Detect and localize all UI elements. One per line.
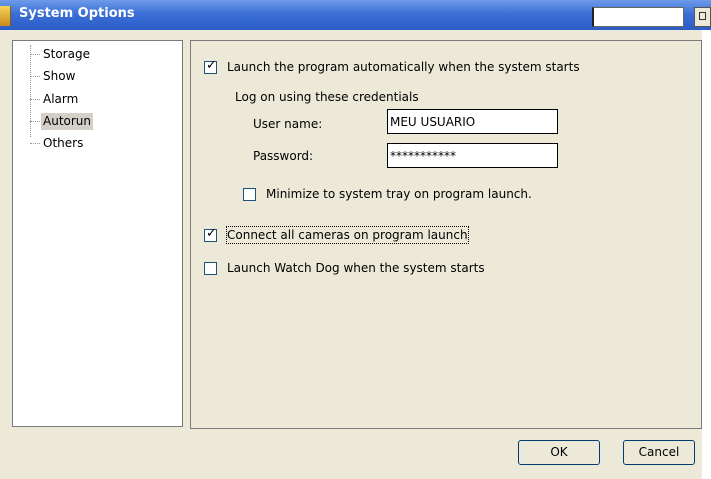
window-edge xyxy=(702,30,711,479)
cancel-button[interactable]: Cancel xyxy=(623,440,695,465)
launch-auto-checkbox[interactable]: ✓ xyxy=(204,58,217,74)
tree-item-label: Others xyxy=(43,136,84,150)
connect-cameras-checkbox[interactable]: ✓ xyxy=(204,226,217,242)
minimize-tray-label: Minimize to system tray on program launc… xyxy=(266,187,532,201)
tree-item-label: Autorun xyxy=(41,113,94,130)
options-tree: Storage Show Alarm Autorun Others xyxy=(12,40,183,427)
password-label: Password: xyxy=(253,149,314,163)
ok-button[interactable]: OK xyxy=(518,440,600,465)
system-options-dialog: Storage Show Alarm Autorun Others ✓ Laun… xyxy=(0,30,711,479)
connect-cameras-label: Connect all cameras on program launch xyxy=(226,226,469,244)
watchdog-label: Launch Watch Dog when the system starts xyxy=(227,261,485,275)
password-field[interactable] xyxy=(387,143,558,168)
checkmark-icon: ✓ xyxy=(206,226,217,241)
username-label: User name: xyxy=(253,117,323,131)
tree-connector-line xyxy=(30,45,31,137)
app-icon xyxy=(0,6,11,26)
minimize-tray-checkbox[interactable] xyxy=(243,188,256,201)
checkmark-icon: ✓ xyxy=(206,58,217,73)
tree-item-label: Storage xyxy=(43,47,90,61)
launch-auto-label: Launch the program automatically when th… xyxy=(227,60,580,74)
tree-item-label: Show xyxy=(43,69,76,83)
tree-item-label: Alarm xyxy=(43,92,79,106)
window-title: System Options xyxy=(19,6,135,21)
watchdog-checkbox[interactable] xyxy=(204,262,217,275)
username-field[interactable] xyxy=(387,109,558,134)
title-bar-field[interactable] xyxy=(592,7,684,27)
restore-icon[interactable] xyxy=(694,7,711,27)
credentials-heading: Log on using these credentials xyxy=(235,90,419,104)
autorun-panel: ✓ Launch the program automatically when … xyxy=(190,40,702,429)
title-bar[interactable]: System Options xyxy=(0,0,711,30)
